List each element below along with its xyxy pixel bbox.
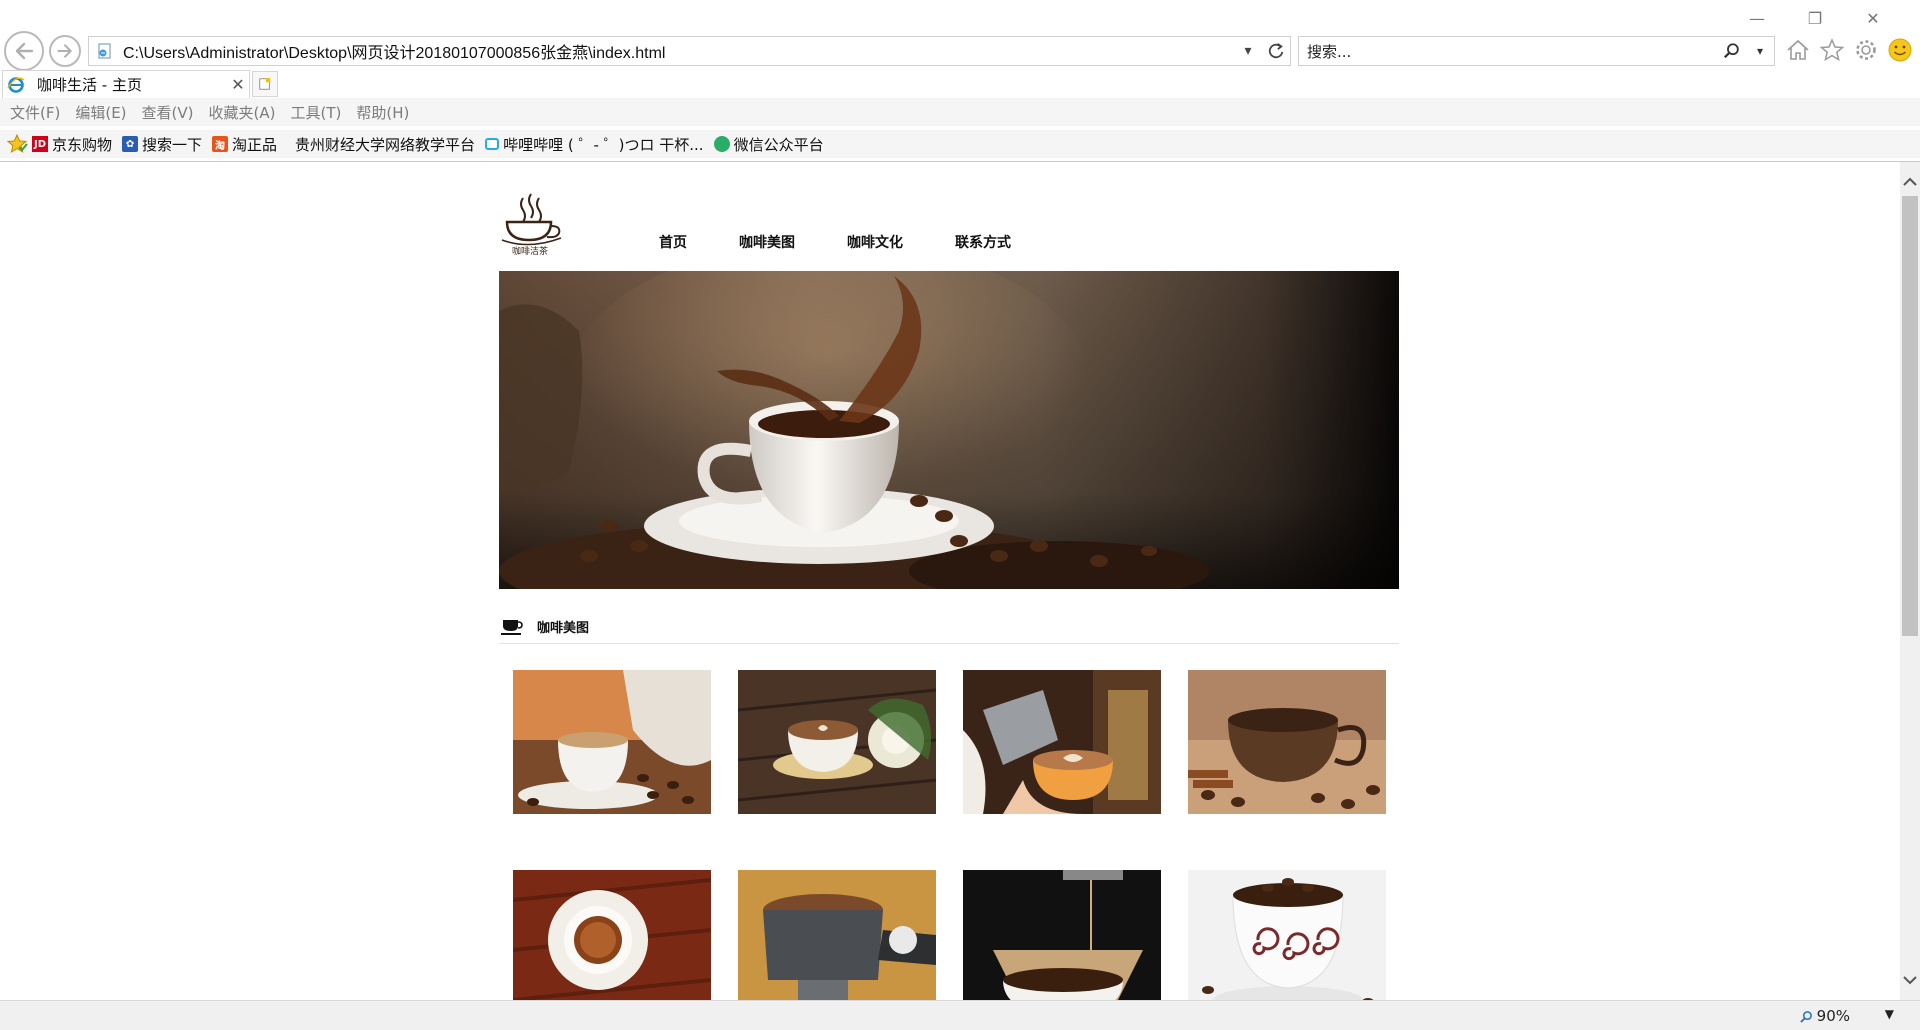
zoom-control[interactable]: 90% (1799, 1007, 1850, 1025)
search-input[interactable]: 搜索... (1299, 41, 1718, 62)
scrollbar-thumb[interactable] (1902, 196, 1918, 636)
wechat-icon (713, 136, 730, 152)
favorite-taobao[interactable]: 淘 淘正品 (212, 134, 277, 155)
logo-text: 咖啡洁茶 (512, 245, 548, 256)
favorite-bilibili[interactable]: 哔哩哔哩 ( ゜- ゜)つロ 干杯... (485, 134, 704, 155)
favorites-bar: JD 京东购物 ✿ 搜索一下 淘 淘正品 贵州财经大学网络教学平台 哔哩哔哩 (… (0, 130, 1920, 158)
home-icon[interactable] (1784, 36, 1812, 64)
favorite-label: 京东购物 (52, 135, 113, 154)
menu-edit[interactable]: 编辑(E) (75, 102, 126, 123)
coffee-photo-beans-scoop[interactable] (513, 670, 711, 814)
favorite-jd[interactable]: JD 京东购物 (32, 134, 112, 155)
favorite-baidu[interactable]: ✿ 搜索一下 (122, 134, 202, 155)
hero-banner-image (499, 271, 1399, 589)
favorite-label: 搜索一下 (142, 135, 203, 154)
zoom-magnifier-icon (1799, 1010, 1812, 1023)
settings-gear-icon[interactable] (1852, 36, 1880, 64)
page-viewport: 咖啡洁茶 首页 咖啡美图 咖啡文化 联系方式 咖啡美图 (0, 162, 1900, 1000)
scroll-up-icon[interactable] (1900, 172, 1920, 192)
menu-help[interactable]: 帮助(H) (356, 102, 409, 123)
jd-icon: JD (32, 136, 48, 152)
site-logo[interactable]: 咖啡洁茶 (499, 190, 569, 256)
coffee-photo-metal-cup-cinnamon[interactable] (1188, 670, 1386, 814)
local-file-icon (98, 43, 111, 59)
coffee-photo-latte-rose[interactable] (738, 670, 936, 814)
coffee-photo-pour-over[interactable] (963, 870, 1161, 1000)
nav-culture[interactable]: 咖啡文化 (847, 232, 903, 252)
nav-contact[interactable]: 联系方式 (955, 232, 1011, 252)
favorite-gufe[interactable]: 贵州财经大学网络教学平台 (295, 134, 475, 155)
search-dropdown-icon[interactable]: ▾ (1746, 37, 1774, 65)
ie-icon (7, 76, 25, 93)
nav-home[interactable]: 首页 (659, 232, 687, 252)
site-nav: 首页 咖啡美图 咖啡文化 联系方式 (659, 232, 1063, 252)
favorite-label: 淘正品 (232, 135, 278, 154)
coffee-photo-espresso-top[interactable] (513, 870, 711, 1000)
browser-toolbar-icons (1784, 36, 1914, 64)
menu-tools[interactable]: 工具(T) (290, 102, 341, 123)
favorite-label: 贵州财经大学网络教学平台 (295, 135, 476, 154)
zoom-level: 90% (1816, 1007, 1850, 1025)
status-bar: 90% ▼ (0, 1000, 1920, 1030)
back-arrow-icon (15, 42, 34, 60)
coffee-cup-icon (501, 619, 523, 635)
address-dropdown-icon[interactable]: ▾ (1234, 37, 1262, 65)
smiley-feedback-icon[interactable] (1886, 36, 1914, 64)
baidu-icon: ✿ (122, 136, 139, 152)
favorite-wechat[interactable]: 微信公众平台 (713, 134, 824, 155)
scroll-down-icon[interactable] (1900, 970, 1920, 990)
tab-title: 咖啡生活 - 主页 (37, 76, 142, 94)
nav-gallery[interactable]: 咖啡美图 (739, 232, 795, 252)
coffee-photo-swirl-cup[interactable] (1188, 870, 1386, 1000)
browser-chrome: — ❐ ✕ C:\Users\Administrator\Desktop\网页设… (0, 0, 1920, 162)
back-button[interactable] (4, 31, 44, 71)
new-tab-icon (259, 77, 271, 90)
minimize-icon[interactable]: — (1728, 6, 1786, 30)
gallery-section-header: 咖啡美图 (499, 610, 1399, 644)
bilibili-icon (485, 138, 500, 150)
vertical-scrollbar[interactable] (1900, 162, 1920, 1000)
coffee-photo-portafilter[interactable] (738, 870, 936, 1000)
section-title: 咖啡美图 (537, 621, 590, 636)
window-controls: — ❐ ✕ (1728, 6, 1902, 30)
taobao-icon: 淘 (212, 136, 229, 152)
tab-close-icon[interactable]: ✕ (227, 75, 249, 94)
menu-file[interactable]: 文件(F) (10, 102, 60, 123)
favorites-star-icon[interactable] (1818, 36, 1846, 64)
menu-favorites[interactable]: 收藏夹(A) (209, 102, 276, 123)
menu-view[interactable]: 查看(V) (142, 102, 194, 123)
coffee-photo-latte-art-pour[interactable] (963, 670, 1161, 814)
menu-bar: 文件(F) 编辑(E) 查看(V) 收藏夹(A) 工具(T) 帮助(H) (0, 98, 1920, 126)
forward-button[interactable] (49, 35, 81, 67)
address-url[interactable]: C:\Users\Administrator\Desktop\网页设计20180… (123, 39, 1234, 63)
refresh-icon[interactable] (1262, 37, 1290, 65)
add-favorite-star-icon[interactable] (6, 133, 28, 155)
favorite-label: 微信公众平台 (733, 135, 824, 154)
restore-icon[interactable]: ❐ (1786, 6, 1844, 30)
address-bar[interactable]: C:\Users\Administrator\Desktop\网页设计20180… (88, 36, 1291, 66)
search-box[interactable]: 搜索... ▾ (1298, 36, 1775, 66)
new-tab-button[interactable] (252, 71, 278, 97)
forward-arrow-icon (57, 44, 72, 58)
tab-active[interactable]: 咖啡生活 - 主页 ✕ (2, 70, 250, 98)
favorite-label: 哔哩哔哩 ( ゜- ゜)つロ 干杯... (503, 135, 704, 154)
browser-window: — ❐ ✕ C:\Users\Administrator\Desktop\网页设… (0, 0, 1920, 1030)
zoom-dropdown-icon[interactable]: ▼ (1885, 1007, 1894, 1021)
close-icon[interactable]: ✕ (1844, 6, 1902, 30)
search-icon[interactable] (1718, 37, 1746, 65)
